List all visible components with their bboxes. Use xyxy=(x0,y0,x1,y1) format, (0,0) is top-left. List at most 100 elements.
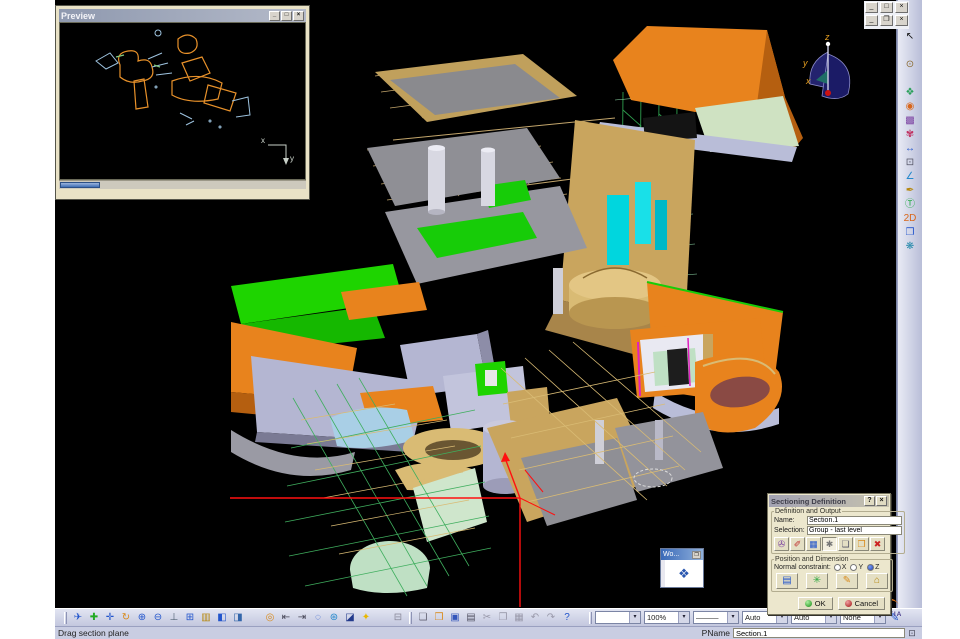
dialog-help-button[interactable]: ? xyxy=(864,496,875,506)
ok-icon xyxy=(805,600,812,607)
section-plane-tool[interactable]: ✇ xyxy=(774,537,789,551)
select-icon[interactable]: ↖ xyxy=(901,30,919,44)
clash-detection-tool[interactable]: ❏ xyxy=(838,537,853,551)
mini-window-titlebar[interactable]: Wo... ❐ xyxy=(661,549,703,560)
preview-title: Preview xyxy=(61,11,268,21)
remove-cut-tool[interactable]: ✖ xyxy=(870,537,885,551)
measure-item-icon[interactable]: ↔ xyxy=(901,142,919,156)
3d-annotation-icon[interactable]: ✒ xyxy=(901,184,919,198)
section-name-input[interactable] xyxy=(807,516,902,525)
opacity-combo[interactable]: 100% ▾ xyxy=(644,611,690,624)
shaded-view-icon[interactable]: ◧ xyxy=(214,610,230,625)
zoom-in-icon[interactable]: ⊕ xyxy=(134,610,150,625)
fly-mode-icon[interactable]: ✈ xyxy=(70,610,86,625)
sectioning-definition-dialog[interactable]: Sectioning Definition ? × Definition and… xyxy=(767,493,891,615)
named-views-icon[interactable]: ◌ xyxy=(310,610,326,625)
app-minimize-button[interactable]: _ xyxy=(865,2,878,13)
constraint-radio[interactable]: X xyxy=(834,564,847,571)
new-document-icon[interactable]: ❏ xyxy=(415,610,431,625)
full-screen-icon[interactable]: ⊛ xyxy=(326,610,342,625)
cut-icon[interactable]: ✂ xyxy=(479,610,495,625)
preview-maximize-button[interactable]: □ xyxy=(281,11,292,21)
combo-value: ——— xyxy=(694,613,727,622)
selection-input[interactable] xyxy=(807,526,902,535)
preview-minimize-button[interactable]: _ xyxy=(269,11,280,21)
previous-view-icon[interactable]: ⇤ xyxy=(278,610,294,625)
fill-color-combo[interactable]: ▾ xyxy=(595,611,641,624)
mini-window-title: Wo... xyxy=(663,551,692,558)
preview-window[interactable]: Preview _ □ × xyxy=(55,5,310,200)
measure-between-icon[interactable]: ✾ xyxy=(901,128,919,142)
swap-visible-space-icon[interactable]: ❐ xyxy=(901,226,919,240)
compass-y-label: y xyxy=(802,58,808,68)
dialog-titlebar[interactable]: Sectioning Definition ? × xyxy=(769,495,889,507)
preview-close-button[interactable]: × xyxy=(293,11,304,21)
publish-icon[interactable]: ❋ xyxy=(901,240,919,254)
preview-wireframe-blue xyxy=(96,30,250,128)
workbench-mini-window[interactable]: Wo... ❐ ❖ xyxy=(660,548,704,588)
compass-x-label: x xyxy=(805,76,811,86)
edit-position-tool[interactable]: ✎ xyxy=(836,573,858,589)
export-section-tool[interactable]: ❒ xyxy=(854,537,869,551)
centered-view-icon[interactable]: ◎ xyxy=(262,610,278,625)
fit-all-in-icon[interactable]: ✚ xyxy=(86,610,102,625)
ok-button[interactable]: OK xyxy=(798,597,833,610)
constraint-radio[interactable]: Z xyxy=(867,564,879,571)
app-maximize-button[interactable]: □ xyxy=(880,2,893,13)
print-icon[interactable]: ▤ xyxy=(463,610,479,625)
preview-hscrollbar[interactable] xyxy=(59,180,306,189)
chevron-down-icon[interactable]: ▾ xyxy=(629,612,640,623)
preview-axis-y-label: y xyxy=(290,154,294,163)
toolbar-grip xyxy=(64,612,67,624)
multi-view-icon[interactable]: ⊞ xyxy=(182,610,198,625)
prompt-zone-icon[interactable]: ⊡ xyxy=(905,628,919,639)
annotated-views-icon[interactable]: ⊡ xyxy=(901,156,919,170)
sectioning-icon[interactable]: ∠ xyxy=(901,170,919,184)
section-result-window-tool[interactable]: ▦ xyxy=(806,537,821,551)
render-style-icon[interactable]: ▥ xyxy=(198,610,214,625)
app-close-button[interactable]: × xyxy=(895,2,908,13)
undo-icon[interactable]: ↶ xyxy=(527,610,543,625)
text-note-icon[interactable]: Ⓣ xyxy=(901,198,919,212)
preview-hscroll-thumb[interactable] xyxy=(60,182,100,188)
next-view-icon[interactable]: ⇥ xyxy=(294,610,310,625)
line-type-combo[interactable]: ——— ▾ xyxy=(693,611,739,624)
chevron-down-icon[interactable]: ▾ xyxy=(727,612,738,623)
wireframe-view-icon[interactable]: ◨ xyxy=(230,610,246,625)
copy-icon[interactable]: ❐ xyxy=(495,610,511,625)
depth-effect-icon[interactable]: ◪ xyxy=(342,610,358,625)
name-label: Name: xyxy=(774,517,807,524)
2d-mode-icon[interactable]: 2D xyxy=(901,212,919,226)
normal-view-icon[interactable]: ⊥ xyxy=(166,610,182,625)
section-slice-tool[interactable]: ✐ xyxy=(790,537,805,551)
grab-section-tool[interactable]: ✱ xyxy=(822,537,837,551)
cancel-button[interactable]: Cancel xyxy=(838,597,885,610)
zoom-out-icon[interactable]: ⊖ xyxy=(150,610,166,625)
open-icon[interactable]: ❒ xyxy=(431,610,447,625)
rotate-icon[interactable]: ↻ xyxy=(118,610,134,625)
doc-minimize-button[interactable]: _ xyxy=(865,15,878,26)
pname-input[interactable] xyxy=(733,628,905,638)
dmu-review-icon[interactable]: ◉ xyxy=(901,100,919,114)
dialog-close-button[interactable]: × xyxy=(876,496,887,506)
fly-through-icon[interactable]: ⊙ xyxy=(901,58,919,72)
compass-position-tool[interactable]: ✳ xyxy=(806,573,828,589)
constraint-radio[interactable]: Y xyxy=(850,564,863,571)
geometry-position-tool[interactable]: ▤ xyxy=(776,573,798,589)
paste-icon[interactable]: ▦ xyxy=(511,610,527,625)
quick-print-icon[interactable]: ⊟ xyxy=(390,610,406,625)
scene-cubes-icon[interactable]: ▩ xyxy=(901,114,919,128)
pan-icon[interactable]: ✛ xyxy=(102,610,118,625)
mini-window-restore-button[interactable]: ❐ xyxy=(692,551,701,559)
chevron-down-icon[interactable]: ▾ xyxy=(678,612,689,623)
help-icon[interactable]: ? xyxy=(559,610,575,625)
doc-restore-button[interactable]: ❐ xyxy=(880,15,893,26)
doc-close-button[interactable]: × xyxy=(895,15,908,26)
view-compass[interactable]: z y x xyxy=(798,30,862,106)
redo-icon[interactable]: ↷ xyxy=(543,610,559,625)
save-icon[interactable]: ▣ xyxy=(447,610,463,625)
lighting-icon[interactable]: ✦ xyxy=(358,610,374,625)
dmu-navigator-icon[interactable]: ❖ xyxy=(901,86,919,100)
preview-titlebar[interactable]: Preview _ □ × xyxy=(59,9,306,22)
reset-position-tool[interactable]: ⌂ xyxy=(866,573,888,589)
